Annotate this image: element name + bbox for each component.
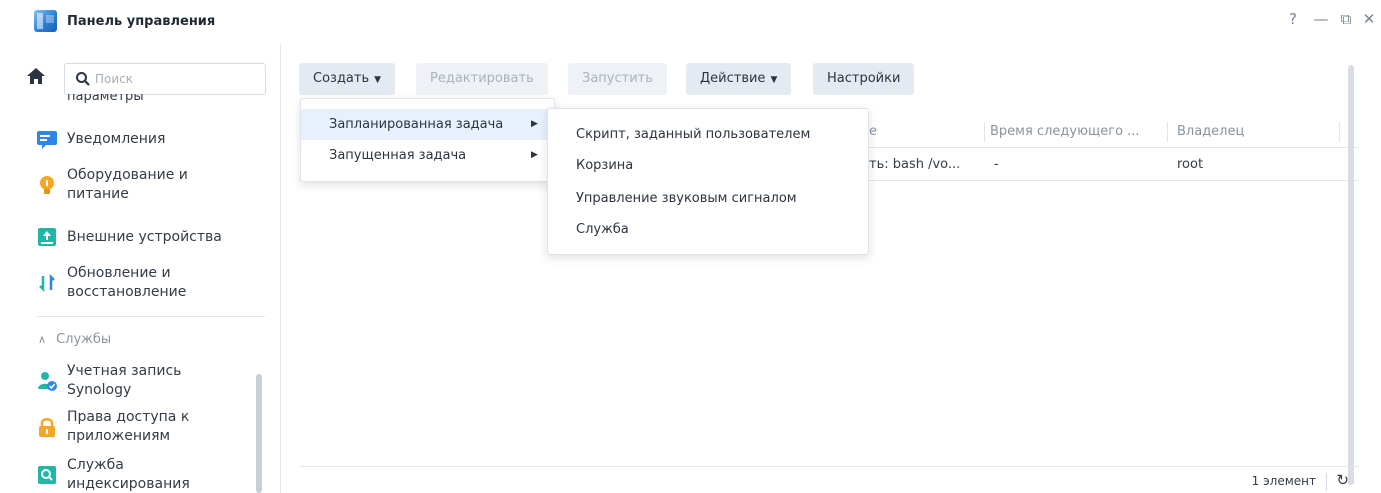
search-icon: [75, 71, 91, 91]
sidebar-item-notifications[interactable]: Уведомления: [36, 128, 276, 150]
sidebar-item-update-restore[interactable]: Обновление и восстановление: [36, 264, 276, 302]
chevron-up-icon: ∧: [38, 333, 47, 346]
column-separator[interactable]: [1339, 122, 1340, 142]
window-title: Панель управления: [67, 14, 216, 29]
item-count: 1 элемент: [1251, 474, 1316, 488]
sidebar-item-label: Права доступа к приложениям: [67, 409, 190, 444]
menu-item-beep-control[interactable]: Управление звуковым сигналом: [548, 183, 868, 214]
table-scrollbar[interactable]: [1348, 65, 1354, 485]
sidebar: параметры Уведомления Оборудование и пит…: [0, 44, 281, 493]
sidebar-divider: [36, 316, 265, 317]
sidebar-item-app-privileges[interactable]: Права доступа к приложениям: [36, 408, 276, 446]
refresh-icon[interactable]: ↻: [1336, 471, 1349, 489]
close-icon[interactable]: ✕: [1359, 10, 1379, 28]
menu-item-user-script[interactable]: Скрипт, заданный пользователем: [548, 119, 868, 150]
menu-item-label: Корзина: [576, 158, 634, 173]
sidebar-item-label: Обновление и восстановление: [67, 265, 187, 300]
sidebar-item-synology-account[interactable]: Учетная запись Synology: [36, 362, 276, 400]
edit-button[interactable]: Редактировать: [416, 63, 548, 95]
caret-down-icon: ▼: [374, 75, 382, 85]
synology-account-icon: [36, 370, 58, 392]
notifications-icon: [36, 128, 58, 150]
search-input[interactable]: [95, 70, 255, 88]
sidebar-item-label: Внешние устройства: [67, 228, 222, 245]
external-device-icon: [36, 226, 58, 248]
menu-item-label: Запущенная задача: [329, 148, 467, 163]
home-icon[interactable]: [24, 64, 48, 88]
title-bar: Панель управления ? — ⧉ ✕: [0, 0, 1381, 44]
maximize-icon[interactable]: ⧉: [1336, 10, 1356, 28]
create-menu: Запланированная задача ▶ Запущенная зада…: [300, 98, 555, 182]
menu-item-recycle-bin[interactable]: Корзина: [548, 150, 868, 181]
column-separator[interactable]: [1167, 122, 1168, 142]
sidebar-item-external-devices[interactable]: Внешние устройства: [36, 226, 276, 248]
settings-button[interactable]: Настройки: [813, 63, 915, 95]
minimize-icon[interactable]: —: [1311, 10, 1331, 28]
table-footer: 1 элемент ↻: [299, 466, 1359, 493]
column-header[interactable]: Владелец: [1177, 115, 1244, 148]
lock-icon: [36, 416, 58, 438]
menu-item-label: Управление звуковым сигналом: [576, 191, 797, 206]
menu-item-service[interactable]: Служба: [548, 214, 868, 245]
submenu-arrow-icon: ▶: [531, 150, 538, 160]
sidebar-item-label: Уведомления: [67, 130, 166, 147]
sidebar-item-hardware-power[interactable]: Оборудование и питание: [36, 166, 276, 204]
column-separator[interactable]: [984, 122, 985, 142]
sidebar-item-indexing-service[interactable]: Служба индексирования: [36, 456, 276, 493]
menu-item-label: Служба: [576, 222, 629, 237]
sidebar-item-partial[interactable]: параметры: [67, 94, 144, 104]
sidebar-item-label: Служба индексирования: [67, 457, 190, 492]
caret-down-icon: ▼: [770, 75, 778, 85]
scheduled-task-submenu: Скрипт, заданный пользователем Корзина У…: [547, 108, 869, 255]
menu-item-label: Запланированная задача: [329, 117, 504, 132]
menu-item-label: Скрипт, заданный пользователем: [576, 127, 811, 142]
section-header-services[interactable]: ∧ Службы: [38, 332, 111, 347]
column-header[interactable]: Время следующего ...: [990, 115, 1158, 148]
table-cell: -: [994, 157, 999, 172]
sidebar-item-label: Учетная запись Synology: [67, 363, 182, 398]
help-icon[interactable]: ?: [1283, 10, 1303, 28]
table-cell: root: [1177, 157, 1204, 172]
run-button[interactable]: Запустить: [568, 63, 667, 95]
column-header[interactable]: е: [869, 115, 877, 148]
lightbulb-icon: [36, 174, 58, 196]
menu-item-triggered-task[interactable]: Запущенная задача ▶: [301, 140, 554, 171]
sidebar-item-label: Оборудование и питание: [67, 167, 188, 202]
create-button[interactable]: Создать ▼: [299, 63, 396, 95]
action-button[interactable]: Действие ▼: [686, 63, 792, 95]
indexing-icon: [36, 464, 58, 486]
footer-divider: [1326, 473, 1327, 491]
control-panel-logo-icon: [34, 10, 57, 32]
submenu-arrow-icon: ▶: [531, 119, 538, 129]
update-restore-icon: [36, 272, 58, 294]
section-label: Службы: [56, 332, 112, 347]
sidebar-scrollbar[interactable]: [256, 374, 262, 493]
menu-item-scheduled-task[interactable]: Запланированная задача ▶: [301, 109, 554, 140]
search-field[interactable]: [64, 63, 266, 95]
table-cell: ть: bash /vo...: [869, 157, 961, 172]
